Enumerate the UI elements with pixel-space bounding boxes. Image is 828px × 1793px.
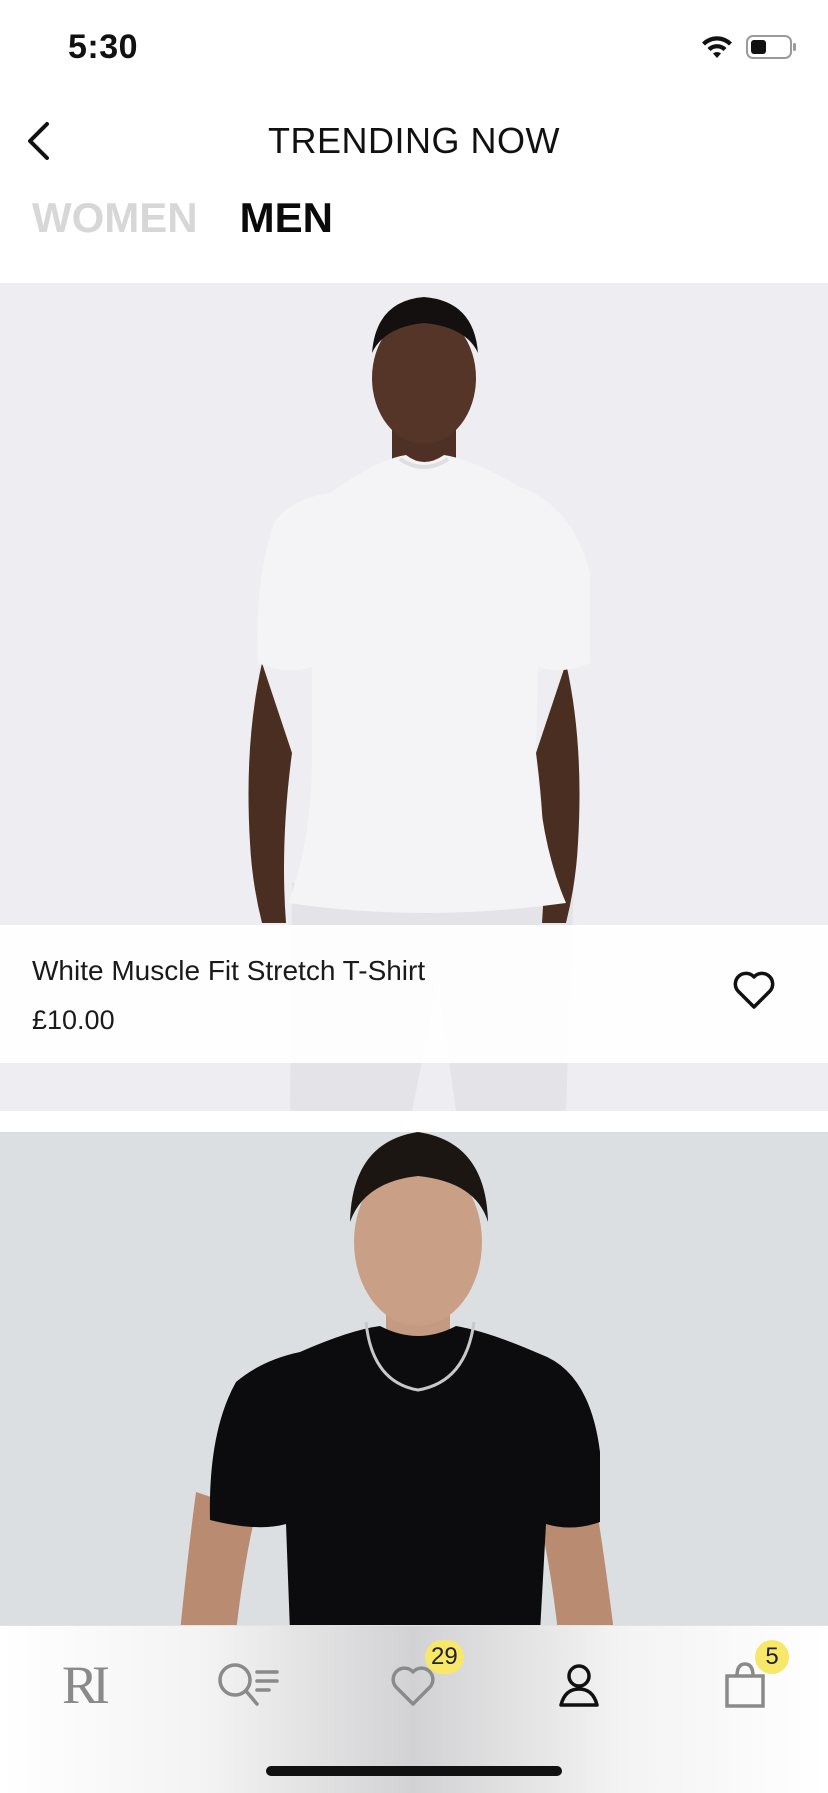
user-icon [559, 1664, 599, 1707]
product-image [0, 1132, 828, 1632]
heart-icon [733, 971, 775, 1009]
bag-count-badge: 5 [755, 1640, 789, 1674]
battery-icon [746, 35, 796, 59]
nav-home[interactable]: RI [43, 1650, 123, 1720]
tab-women[interactable]: WOMEN [32, 194, 198, 242]
gender-tabs: WOMEN MEN [32, 194, 333, 242]
product-card[interactable] [0, 1132, 828, 1632]
product-info-panel: White Muscle Fit Stretch T-Shirt £10.00 [0, 925, 828, 1063]
search-filter-icon [218, 1663, 279, 1706]
status-bar: 5:30 [0, 0, 828, 100]
status-icons [700, 34, 798, 60]
header: TRENDING NOW [0, 100, 828, 180]
wishlist-count-badge: 29 [425, 1640, 464, 1674]
wifi-icon [702, 36, 732, 58]
page-title: TRENDING NOW [268, 120, 560, 161]
wishlist-button[interactable] [730, 965, 778, 1013]
nav-account[interactable] [539, 1650, 619, 1720]
product-name[interactable]: White Muscle Fit Stretch T-Shirt [32, 955, 425, 987]
nav-wishlist[interactable]: 29 [373, 1640, 464, 1720]
product-card[interactable]: White Muscle Fit Stretch T-Shirt £10.00 [0, 283, 828, 1111]
status-time: 5:30 [68, 28, 139, 66]
brand-logo: RI [62, 1655, 110, 1715]
tab-men[interactable]: MEN [240, 194, 333, 242]
product-price: £10.00 [32, 1005, 115, 1035]
home-indicator[interactable] [266, 1766, 562, 1776]
nav-bag[interactable]: 5 [705, 1640, 789, 1720]
nav-search[interactable] [208, 1650, 288, 1720]
